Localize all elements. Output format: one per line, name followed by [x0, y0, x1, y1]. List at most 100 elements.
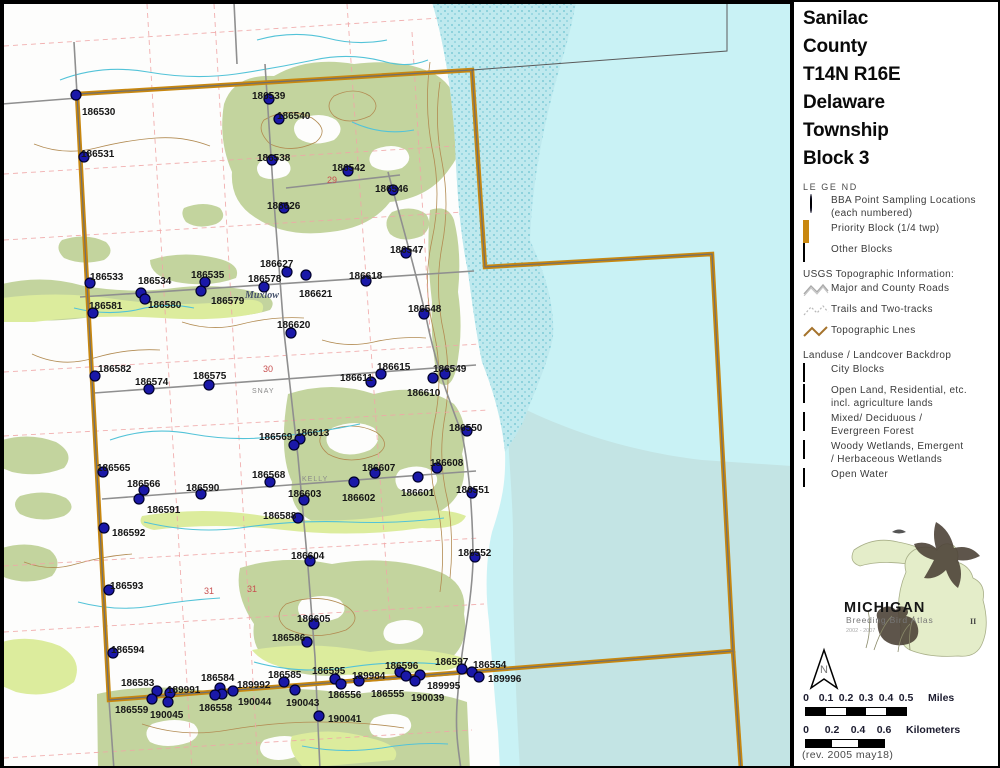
- topo-map[interactable]: MuxlowSNAYKELLY30313129 1865301865311865…: [2, 2, 792, 768]
- bba-point-label-186575: 186575: [193, 371, 227, 382]
- bba-point-186556[interactable]: [336, 679, 346, 689]
- legend-item-city-blocks: City Blocks: [803, 364, 1000, 382]
- atlas-map-page: MuxlowSNAYKELLY30313129 1865301865311865…: [0, 0, 1000, 768]
- trail-zigzag-icon: [803, 304, 829, 317]
- scale-segment: [832, 740, 858, 747]
- bba-point-label-190043: 190043: [286, 698, 320, 709]
- bba-point-186601[interactable]: [413, 472, 423, 482]
- bba-point-186591[interactable]: [134, 494, 144, 504]
- bba-point-186592[interactable]: [99, 523, 109, 533]
- bba-point-186558[interactable]: [210, 690, 220, 700]
- bba-point-label-186580: 186580: [148, 300, 182, 311]
- bba-point-label-186601: 186601: [401, 488, 435, 499]
- legend-item-trails: Trails and Two-tracks: [803, 304, 1000, 322]
- scale-tick: 0: [803, 692, 809, 704]
- logo-subtitle: Breeding Bird Atlas: [846, 615, 934, 625]
- open-water-swatch-icon: [803, 468, 805, 487]
- bba-point-label-186602: 186602: [342, 493, 376, 504]
- bba-point-label-186605: 186605: [297, 614, 331, 625]
- bba-point-label-186540: 186540: [277, 111, 311, 122]
- legend-label: incl. agriculture lands: [831, 398, 933, 409]
- legend-label: Woody Wetlands, Emergent: [831, 441, 964, 452]
- bba-point-label-190044: 190044: [238, 697, 272, 708]
- bba-point-label-186549: 186549: [433, 364, 467, 375]
- bba-point-label-186578: 186578: [248, 274, 282, 285]
- bba-point-label-186592: 186592: [112, 528, 146, 539]
- bba-point-label-186533: 186533: [90, 272, 124, 283]
- topo-zigzag-icon: [803, 325, 829, 338]
- map-title-line: Delaware: [803, 89, 1000, 117]
- bba-point-label-190045: 190045: [150, 710, 184, 721]
- bba-point-label-186590: 186590: [186, 483, 220, 494]
- bba-point-label-186556: 186556: [328, 690, 362, 701]
- road-zigzag-icon: [803, 283, 829, 296]
- legend-heading: LE GE ND: [803, 182, 1000, 192]
- bba-point-label-186583: 186583: [121, 678, 155, 689]
- legend-label: (each numbered): [831, 208, 912, 219]
- bba-point-label-186607: 186607: [362, 463, 396, 474]
- map-annotation: KELLY: [302, 476, 328, 483]
- legend-item-other-blocks: Other Blocks: [803, 244, 1000, 262]
- bba-point-186530[interactable]: [71, 90, 81, 100]
- bba-point-label-186568: 186568: [252, 470, 286, 481]
- map-annotation: 29: [327, 175, 337, 185]
- scale-bar-miles-bar: [805, 707, 907, 716]
- bba-point-label-186585: 186585: [268, 670, 302, 681]
- legend-item-bba-points: BBA Point Sampling Locations (each numbe…: [803, 195, 1000, 220]
- map-title-line: Block 3: [803, 145, 1000, 173]
- bba-point-label-186546: 186546: [375, 184, 409, 195]
- bba-point-label-186627: 186627: [260, 259, 294, 270]
- bba-point-label-189996: 189996: [488, 674, 522, 685]
- scale-segment: [886, 708, 906, 715]
- scale-tick: 0.6: [877, 724, 892, 736]
- bba-point-label-186584: 186584: [201, 673, 235, 684]
- map-annotation: 31: [247, 584, 257, 594]
- bba-point-186555[interactable]: [401, 671, 411, 681]
- bba-point-label-186582: 186582: [98, 364, 132, 375]
- bba-point-label-186559: 186559: [115, 705, 149, 716]
- bba-point-186579[interactable]: [196, 286, 206, 296]
- bba-point-label-186534: 186534: [138, 276, 172, 287]
- bba-point-label-186615: 186615: [377, 362, 411, 373]
- bba-point-label-186610: 186610: [407, 388, 441, 399]
- legend-label: Other Blocks: [831, 244, 892, 257]
- map-title-line: County: [803, 33, 1000, 61]
- bba-point-label-186620: 186620: [277, 320, 311, 331]
- legend-label: Open Land, Residential, etc.: [831, 385, 967, 396]
- bba-point-190041[interactable]: [314, 711, 324, 721]
- bba-point-label-186547: 186547: [390, 245, 424, 256]
- bba-point-189996[interactable]: [474, 672, 484, 682]
- distant-bird-icon: [892, 530, 906, 534]
- bba-point-186559[interactable]: [147, 694, 157, 704]
- bba-point-label-186604: 186604: [291, 551, 325, 562]
- scale-segment: [866, 708, 886, 715]
- bba-point-icon: [810, 194, 812, 213]
- bba-point-label-186594: 186594: [111, 645, 145, 656]
- bba-point-190045[interactable]: [163, 697, 173, 707]
- legend-usgs-heading: USGS Topographic Information:: [803, 269, 1000, 280]
- legend-label: Topographic Lnes: [831, 325, 916, 338]
- bba-point-186610[interactable]: [428, 373, 438, 383]
- bba-point-190039[interactable]: [410, 676, 420, 686]
- scale-tick: 0: [803, 724, 809, 736]
- bba-point-label-186603: 186603: [288, 489, 322, 500]
- logo-title: MICHIGAN: [844, 600, 925, 616]
- scale-segment: [806, 740, 832, 747]
- bba-point-186621[interactable]: [301, 270, 311, 280]
- bba-point-190043[interactable]: [290, 685, 300, 695]
- scale-bar-km-bar: [805, 739, 885, 748]
- legend-item-forest: Mixed/ Deciduous / Evergreen Forest: [803, 413, 1000, 438]
- scale-tick: 0.3: [859, 692, 874, 704]
- bba-point-label-186566: 186566: [127, 479, 161, 490]
- scale-segment: [846, 708, 866, 715]
- map-annotation: SNAY: [252, 388, 275, 395]
- bba-point-186602[interactable]: [349, 477, 359, 487]
- legend-item-open-water: Open Water: [803, 469, 1000, 487]
- map-title-line: Sanilac: [803, 5, 1000, 33]
- bba-point-label-189984: 189984: [352, 671, 386, 682]
- legend-label: City Blocks: [831, 364, 884, 377]
- bba-point-label-186548: 186548: [408, 304, 442, 315]
- bba-point-label-186539: 186539: [252, 91, 286, 102]
- bba-point-label-189992: 189992: [237, 680, 271, 691]
- scale-unit-label: Miles: [928, 692, 954, 704]
